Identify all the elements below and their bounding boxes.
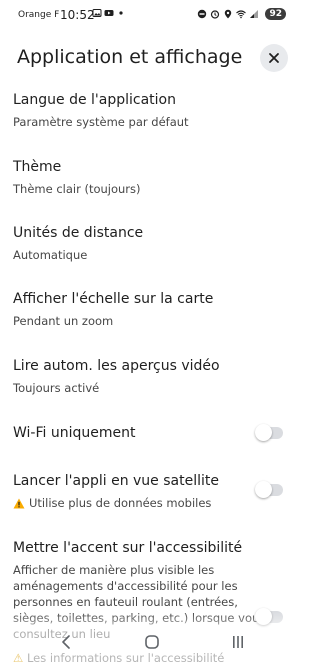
- clock: 10:52: [60, 8, 95, 22]
- setting-title: Lire autom. les aperçus vidéo: [13, 358, 220, 374]
- setting-title: Langue de l'application: [13, 92, 176, 108]
- setting-value: Thème clair (toujours): [13, 182, 141, 196]
- nav-home-button[interactable]: [142, 632, 162, 652]
- close-icon: [269, 53, 279, 63]
- do-not-disturb-icon: [197, 9, 207, 19]
- toggle-knob: [255, 424, 272, 441]
- setting-value: Automatique: [13, 248, 88, 262]
- setting-title: Afficher l'échelle sur la carte: [13, 291, 214, 307]
- close-button[interactable]: [260, 44, 288, 72]
- youtube-icon: [104, 10, 114, 16]
- battery-indicator: 92: [265, 8, 286, 20]
- setting-warning: Utilise plus de données mobiles: [13, 495, 211, 511]
- setting-title: Lancer l'appli en vue satellite: [13, 473, 219, 489]
- setting-theme[interactable]: Thème Thème clair (toujours): [13, 159, 293, 197]
- setting-value: Pendant un zoom: [13, 314, 114, 328]
- setting-wifi-only[interactable]: Wi-Fi uniquement: [13, 425, 293, 441]
- setting-map-scale[interactable]: Afficher l'échelle sur la carte Pendant …: [13, 291, 293, 329]
- wifi-icon: [236, 10, 246, 19]
- notification-icons: [92, 8, 126, 18]
- warning-icon: [13, 498, 25, 508]
- home-icon: [145, 635, 159, 649]
- satellite-view-toggle[interactable]: [255, 481, 283, 498]
- signal-icon: [250, 10, 258, 18]
- location-icon: [224, 9, 232, 19]
- carrier-label: Orange F: [18, 10, 60, 20]
- wifi-only-toggle[interactable]: [255, 424, 283, 441]
- gallery-icon: [92, 9, 102, 17]
- page-title: Application et affichage: [17, 46, 243, 68]
- dot-icon: [119, 11, 123, 15]
- toggle-knob: [255, 481, 272, 498]
- setting-app-language[interactable]: Langue de l'application Paramètre systèm…: [13, 92, 293, 130]
- system-icons: [197, 9, 259, 19]
- nav-recents-button[interactable]: [228, 632, 248, 652]
- recents-icon: [233, 636, 243, 648]
- warning-text: Utilise plus de données mobiles: [29, 496, 212, 510]
- setting-title: Wi-Fi uniquement: [13, 425, 136, 441]
- alarm-icon: [210, 10, 220, 19]
- setting-title: Mettre l'accent sur l'accessibilité: [13, 540, 243, 556]
- setting-satellite-view[interactable]: Lancer l'appli en vue satellite Utilise …: [13, 473, 293, 513]
- system-nav-bar: [0, 628, 305, 656]
- status-bar: Orange F 10:52 92: [0, 0, 305, 28]
- setting-value: Paramètre système par défaut: [13, 115, 189, 129]
- back-icon: [62, 635, 70, 649]
- nav-back-button[interactable]: [56, 632, 76, 652]
- setting-title: Unités de distance: [13, 225, 144, 241]
- setting-value: Toujours activé: [13, 381, 100, 395]
- setting-title: Thème: [13, 159, 62, 175]
- setting-video-autoplay[interactable]: Lire autom. les aperçus vidéo Toujours a…: [13, 358, 293, 396]
- setting-distance-units[interactable]: Unités de distance Automatique: [13, 225, 293, 263]
